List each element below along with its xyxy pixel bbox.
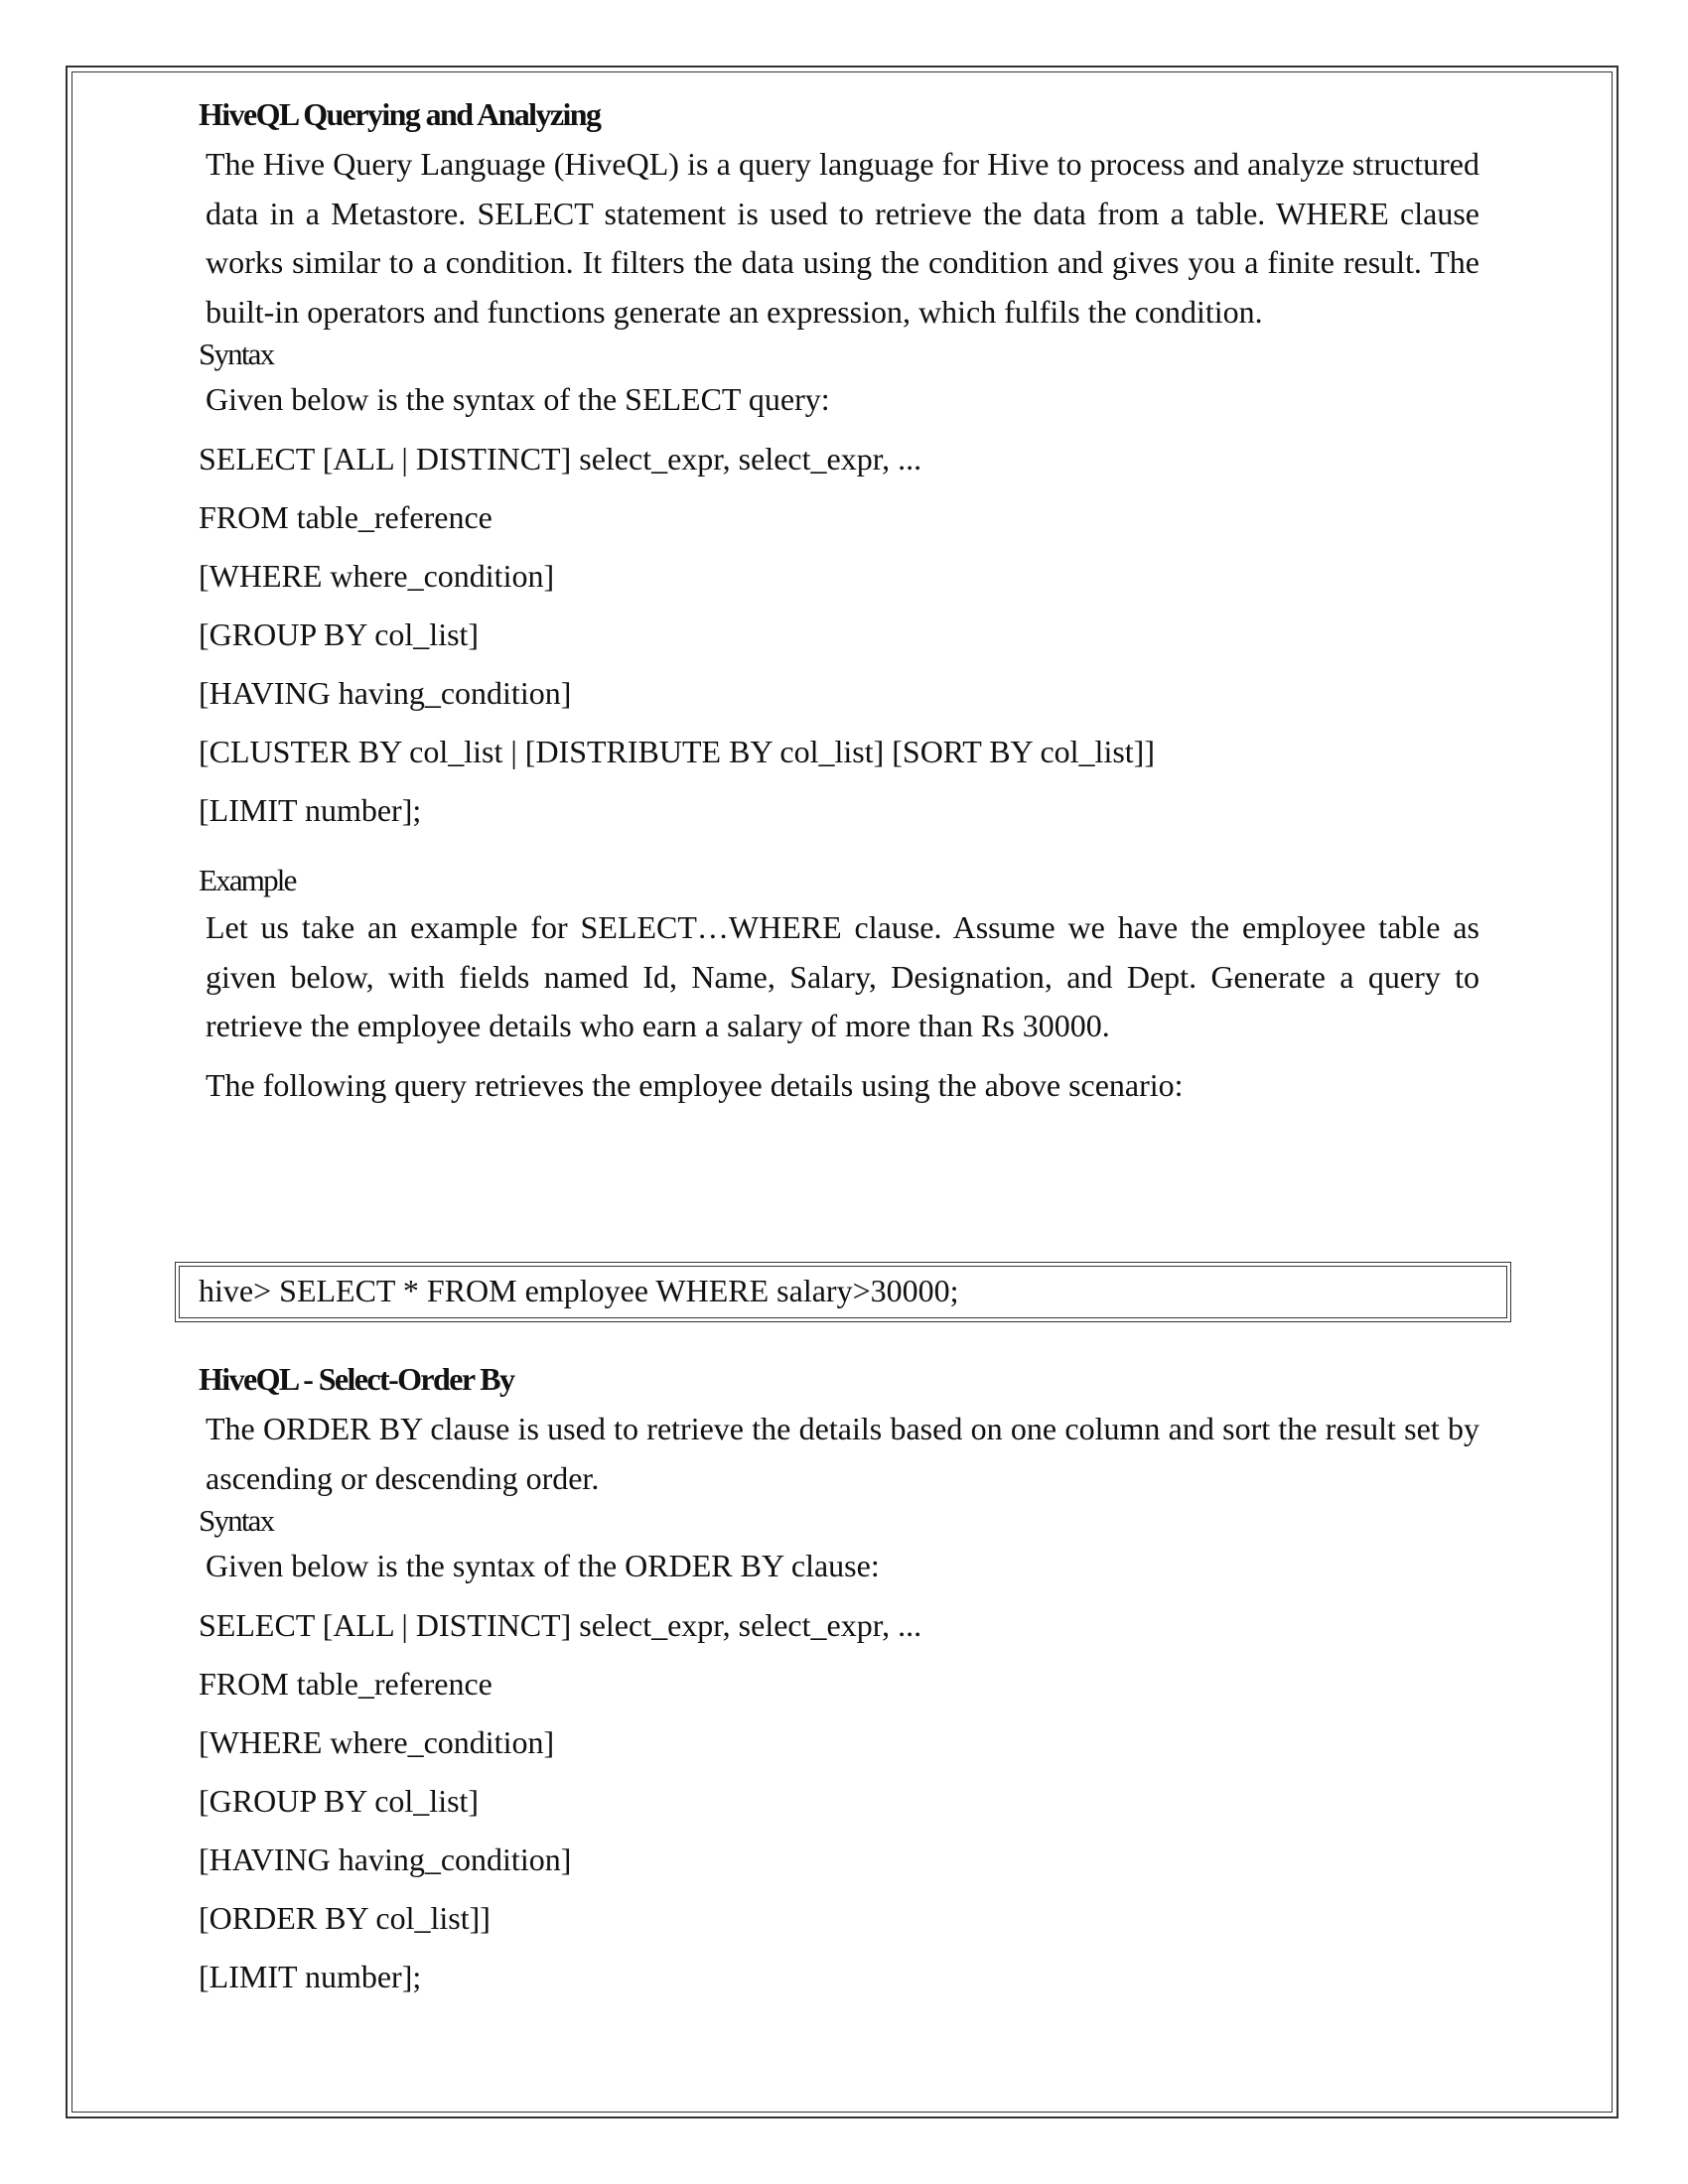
syntax-label: Syntax	[199, 1503, 275, 1539]
select-syntax-block: SELECT [ALL | DISTINCT] select_expr, sel…	[199, 430, 1479, 840]
paragraph-order-by-intro: The ORDER BY clause is used to retrieve …	[206, 1411, 1479, 1496]
syntax-line: [WHERE where_condition]	[199, 1724, 555, 1761]
syntax-line: [GROUP BY col_list]	[199, 1783, 480, 1820]
paragraph-query-intro: The following query retrieves the employ…	[206, 1066, 1184, 1103]
syntax-line: [CLUSTER BY col_list | [DISTRIBUTE BY co…	[199, 734, 1155, 770]
syntax-line: FROM table_reference	[199, 499, 492, 536]
syntax-label: Syntax	[199, 337, 275, 372]
syntax-line: [LIMIT number];	[199, 792, 422, 829]
syntax-line: [LIMIT number];	[199, 1959, 422, 1995]
syntax-line: [ORDER BY col_list]]	[199, 1900, 491, 1937]
syntax-line: [HAVING having_condition]	[199, 675, 572, 712]
paragraph-example: Let us take an example for SELECT…WHERE …	[206, 909, 1479, 1044]
syntax-line: SELECT [ALL | DISTINCT] select_expr, sel…	[199, 1607, 922, 1644]
syntax-line: FROM table_reference	[199, 1666, 492, 1703]
page-content: HiveQL Querying and Analyzing The Hive Q…	[199, 91, 1479, 1110]
order-by-syntax-block: SELECT [ALL | DISTINCT] select_expr, sel…	[199, 1596, 1479, 2006]
syntax-line: [HAVING having_condition]	[199, 1842, 572, 1878]
page-content-order-by: HiveQL - Select-Order By The ORDER BY cl…	[199, 1360, 1479, 2006]
hive-query-code-box: hive> SELECT * FROM employee WHERE salar…	[175, 1262, 1511, 1322]
syntax-line: SELECT [ALL | DISTINCT] select_expr, sel…	[199, 441, 922, 478]
example-label: Example	[199, 863, 297, 898]
syntax-line: [GROUP BY col_list]	[199, 616, 480, 653]
section-heading-order-by: HiveQL - Select-Order By	[199, 1361, 515, 1397]
syntax-line: [WHERE where_condition]	[199, 558, 555, 595]
paragraph-order-by-syntax-intro: Given below is the syntax of the ORDER B…	[206, 1547, 880, 1583]
paragraph-select-syntax-intro: Given below is the syntax of the SELECT …	[206, 380, 830, 417]
section-heading-querying: HiveQL Querying and Analyzing	[199, 96, 602, 132]
paragraph-hiveql-intro: The Hive Query Language (HiveQL) is a qu…	[206, 146, 1479, 330]
